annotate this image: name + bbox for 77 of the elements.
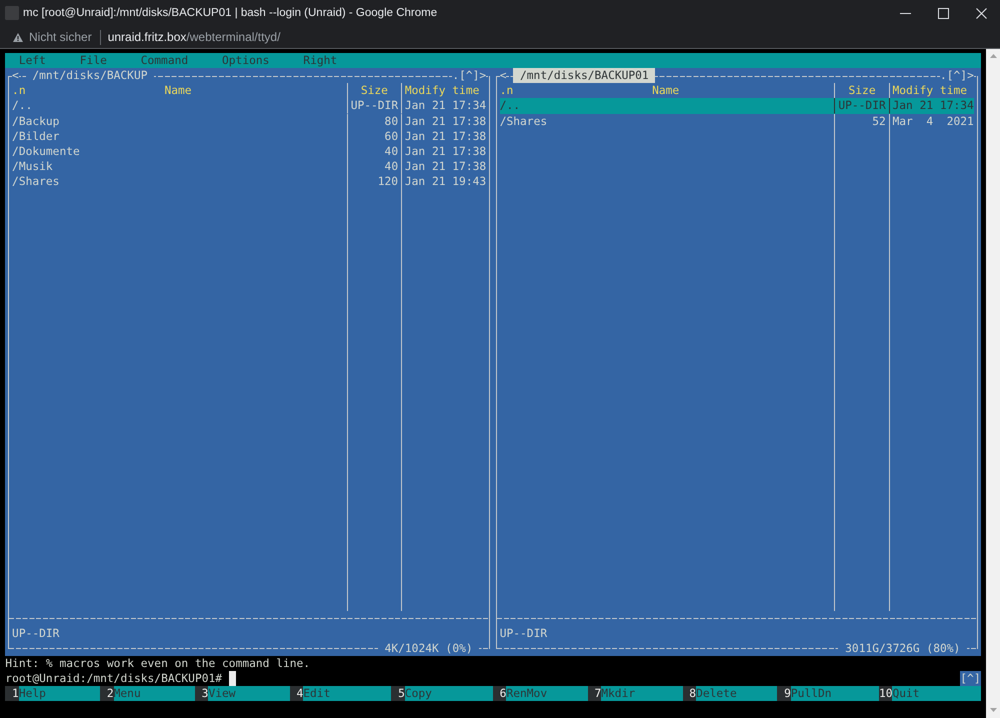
file-date: Jan 21 17:34 <box>892 99 974 112</box>
file-size: UP--DIR <box>350 99 398 112</box>
history-button[interactable]: [^] <box>459 68 480 84</box>
menu-item[interactable]: Right <box>303 53 338 68</box>
up-arrow-icon <box>990 54 996 58</box>
file-size: UP--DIR <box>838 99 886 112</box>
file-date: Jan 21 17:38 <box>404 114 486 128</box>
file-name: /Shares <box>12 174 60 188</box>
column-header[interactable]: Size <box>848 84 876 98</box>
hint-text: Hint: % macros work even on the command line. <box>5 656 310 672</box>
file-date: Jan 21 17:38 <box>404 160 486 173</box>
down-arrow-icon <box>990 708 996 712</box>
file-row[interactable]: /Shares 120 Jan 21 19:43 <box>12 174 486 189</box>
column-header[interactable]: Name <box>652 83 680 98</box>
window-icon <box>5 6 19 20</box>
mini-status: UP--DIR <box>12 627 60 640</box>
sort-indicator: .n <box>500 83 514 98</box>
function-key[interactable]: 6RenMov <box>492 686 588 702</box>
menu-item[interactable]: Left <box>18 53 46 68</box>
file-size: 80 <box>384 114 398 128</box>
scrollbar[interactable] <box>986 49 1000 718</box>
file-row[interactable]: /Shares 52 Mar 4 2021 <box>500 114 974 129</box>
url-field[interactable]: unraid.fritz.box/webterminal/ttyd/ <box>108 30 280 44</box>
security-status[interactable]: Nicht sicher <box>29 30 92 44</box>
file-size: 40 <box>384 144 398 158</box>
file-date: Jan 21 17:34 <box>404 99 486 112</box>
function-key[interactable]: 2Menu <box>100 686 195 702</box>
file-row[interactable]: /Musik 40 Jan 21 17:38 <box>12 158 486 174</box>
column-header[interactable]: Size <box>360 84 388 98</box>
file-size: 120 <box>378 174 398 188</box>
file-date: Jan 21 17:38 <box>404 144 486 158</box>
file-date: Jan 21 19:43 <box>404 174 486 188</box>
file-name: /Dokumente <box>12 144 80 158</box>
file-row[interactable]: /Backup 80 Jan 21 17:38 <box>12 114 486 129</box>
disk-usage: 4K/1024K (0%) <box>378 641 480 656</box>
file-size: 52 <box>872 114 886 128</box>
disk-usage: 3011G/3726G (80%) <box>838 641 968 656</box>
file-name: /Shares <box>500 114 548 128</box>
file-date: Jan 21 17:38 <box>404 130 486 143</box>
file-size: 60 <box>384 130 398 143</box>
menu-item[interactable]: Command <box>140 53 188 68</box>
file-name: /Musik <box>12 160 53 173</box>
menu-item[interactable]: Options <box>222 53 270 68</box>
menu-item[interactable]: File <box>80 53 107 68</box>
function-key[interactable]: 8Delete <box>682 686 778 702</box>
function-key[interactable]: 4Edit <box>290 686 392 702</box>
file-size: 40 <box>384 160 398 173</box>
close-icon <box>976 8 986 18</box>
cursor-icon <box>228 671 236 686</box>
panel-path: /mnt/disks/BACKUP01 <box>513 68 656 84</box>
function-key[interactable]: 9PullDn <box>777 686 879 702</box>
file-date: Mar 4 2021 <box>892 114 974 128</box>
function-key[interactable]: 5Copy <box>391 686 493 702</box>
function-key[interactable]: 1Help <box>5 686 100 702</box>
function-key[interactable]: 7Mkdir <box>588 686 683 702</box>
file-name: /Bilder <box>12 130 60 143</box>
column-header[interactable]: Modify time <box>404 84 480 98</box>
maximize-icon <box>938 8 948 18</box>
column-header[interactable]: Name <box>164 83 192 98</box>
minimize-icon <box>900 12 910 14</box>
history-button[interactable]: [^] <box>960 671 981 686</box>
function-key[interactable]: 10Quit <box>878 686 981 702</box>
file-name: /Backup <box>12 114 60 128</box>
warning-icon <box>13 32 23 42</box>
window-title: mc [root@Unraid]:/mnt/disks/BACKUP01 | bash --login (Unraid) - Google Chrome <box>23 7 438 19</box>
file-row[interactable]: /Bilder 60 Jan 21 17:38 <box>12 128 486 144</box>
file-name: /.. <box>12 99 32 112</box>
mini-status: UP--DIR <box>500 627 548 640</box>
history-button[interactable]: [^] <box>946 68 968 84</box>
file-row[interactable]: /.. UP--DIR Jan 21 17:34 <box>12 98 486 114</box>
file-name: /.. <box>500 99 520 112</box>
file-row[interactable]: /.. UP--DIR Jan 21 17:34 <box>500 98 974 114</box>
file-row[interactable]: /Dokumente 40 Jan 21 17:38 <box>12 144 486 159</box>
sort-indicator: .n <box>12 83 26 98</box>
function-key[interactable]: 3View <box>194 686 290 702</box>
column-header[interactable]: Modify time <box>892 84 968 98</box>
command-line[interactable]: root@Unraid:/mnt/disks/BACKUP01# <box>5 671 236 686</box>
